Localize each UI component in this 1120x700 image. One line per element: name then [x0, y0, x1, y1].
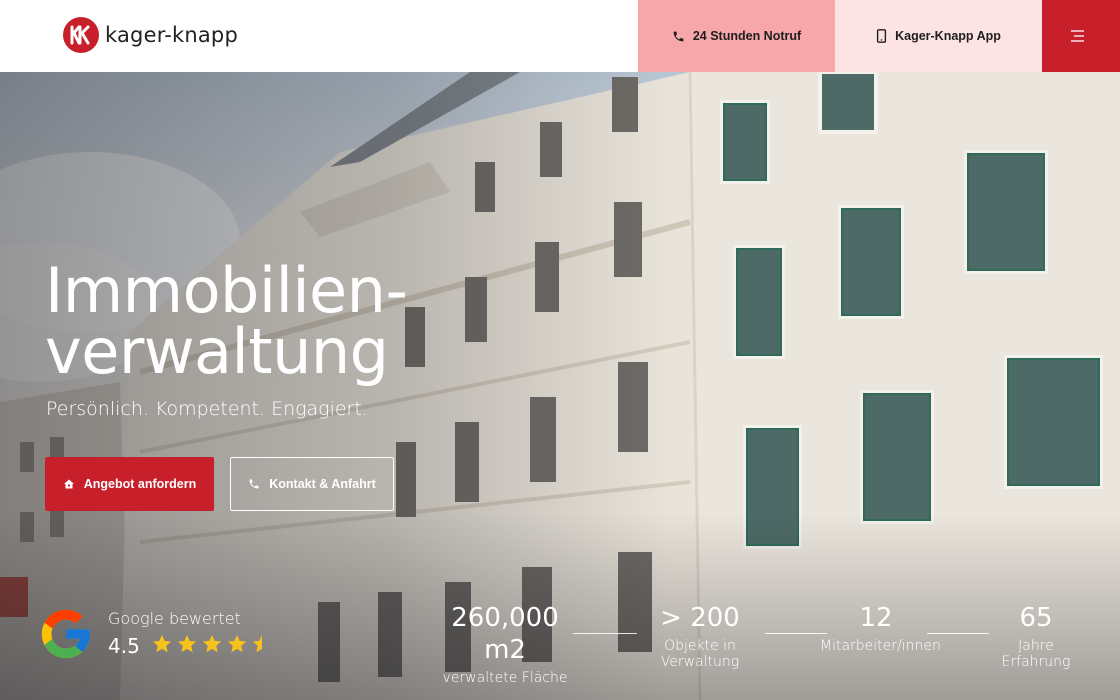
app-button-label: Kager-Knapp App	[895, 29, 1001, 43]
rating-stars	[151, 633, 276, 655]
hero-section: Immobilien- verwaltung Persönlich. Kompe…	[0, 72, 1120, 700]
hamburger-menu-icon	[1071, 30, 1084, 42]
logo-text: kager-knapp	[105, 23, 238, 47]
stat-label: Jahre Erfahrung	[1001, 638, 1071, 670]
contact-directions-label: Kontakt & Anfahrt	[269, 477, 376, 491]
stat-employees: 12 Mitarbeiter/innen	[820, 602, 941, 654]
stat-value: 12	[859, 603, 893, 633]
hero-subtitle: Persönlich. Kompetent. Engagiert.	[46, 398, 368, 420]
star-icon	[252, 634, 262, 653]
mobile-icon	[877, 29, 887, 43]
stat-label: verwaltete Fläche	[442, 670, 568, 686]
stat-properties: > 200 Objekte in Verwaltung	[632, 602, 768, 670]
request-offer-label: Angebot anfordern	[83, 477, 197, 491]
stat-value: 65	[1019, 603, 1053, 633]
stat-divider	[765, 633, 827, 634]
stat-label: Mitarbeiter/innen	[820, 638, 941, 654]
stat-divider	[927, 633, 989, 634]
stat-value: > 200	[660, 603, 740, 633]
star-icon	[227, 634, 247, 653]
menu-button[interactable]	[1042, 0, 1120, 72]
star-icon	[177, 634, 197, 653]
contact-directions-button[interactable]: Kontakt & Anfahrt	[230, 457, 394, 511]
emergency-hotline-label: 24 Stunden Notruf	[692, 29, 802, 43]
rating-label: Google bewertet	[108, 609, 241, 628]
star-icon	[152, 634, 172, 653]
hero-title: Immobilien- verwaltung	[45, 254, 408, 388]
request-offer-button[interactable]: Angebot anfordern	[45, 457, 214, 511]
stat-managed-area: 260,000 m2 verwaltete Fläche	[430, 602, 580, 686]
site-header: kager-knapp 24 Stunden Notruf Kager-Knap…	[0, 0, 1120, 72]
star-icon	[202, 634, 222, 653]
app-button[interactable]: Kager-Knapp App	[835, 0, 1042, 72]
logo-mark-icon	[63, 17, 99, 53]
rating-value: 4.5	[108, 634, 140, 658]
google-logo-icon[interactable]	[37, 605, 95, 663]
phone-icon	[673, 31, 684, 41]
stat-label: Objekte in Verwaltung	[660, 638, 740, 670]
stat-divider	[573, 633, 637, 634]
stat-value: 260,000 m2	[451, 603, 559, 665]
stat-experience: 65 Jahre Erfahrung	[984, 602, 1088, 670]
phone-icon	[249, 479, 259, 489]
emergency-hotline-button[interactable]: 24 Stunden Notruf	[638, 0, 835, 72]
house-icon	[63, 479, 74, 489]
hero-title-line-1: Immobilien-	[45, 254, 408, 327]
logo[interactable]: kager-knapp	[63, 17, 238, 53]
hero-title-line-2: verwaltung	[45, 315, 389, 388]
